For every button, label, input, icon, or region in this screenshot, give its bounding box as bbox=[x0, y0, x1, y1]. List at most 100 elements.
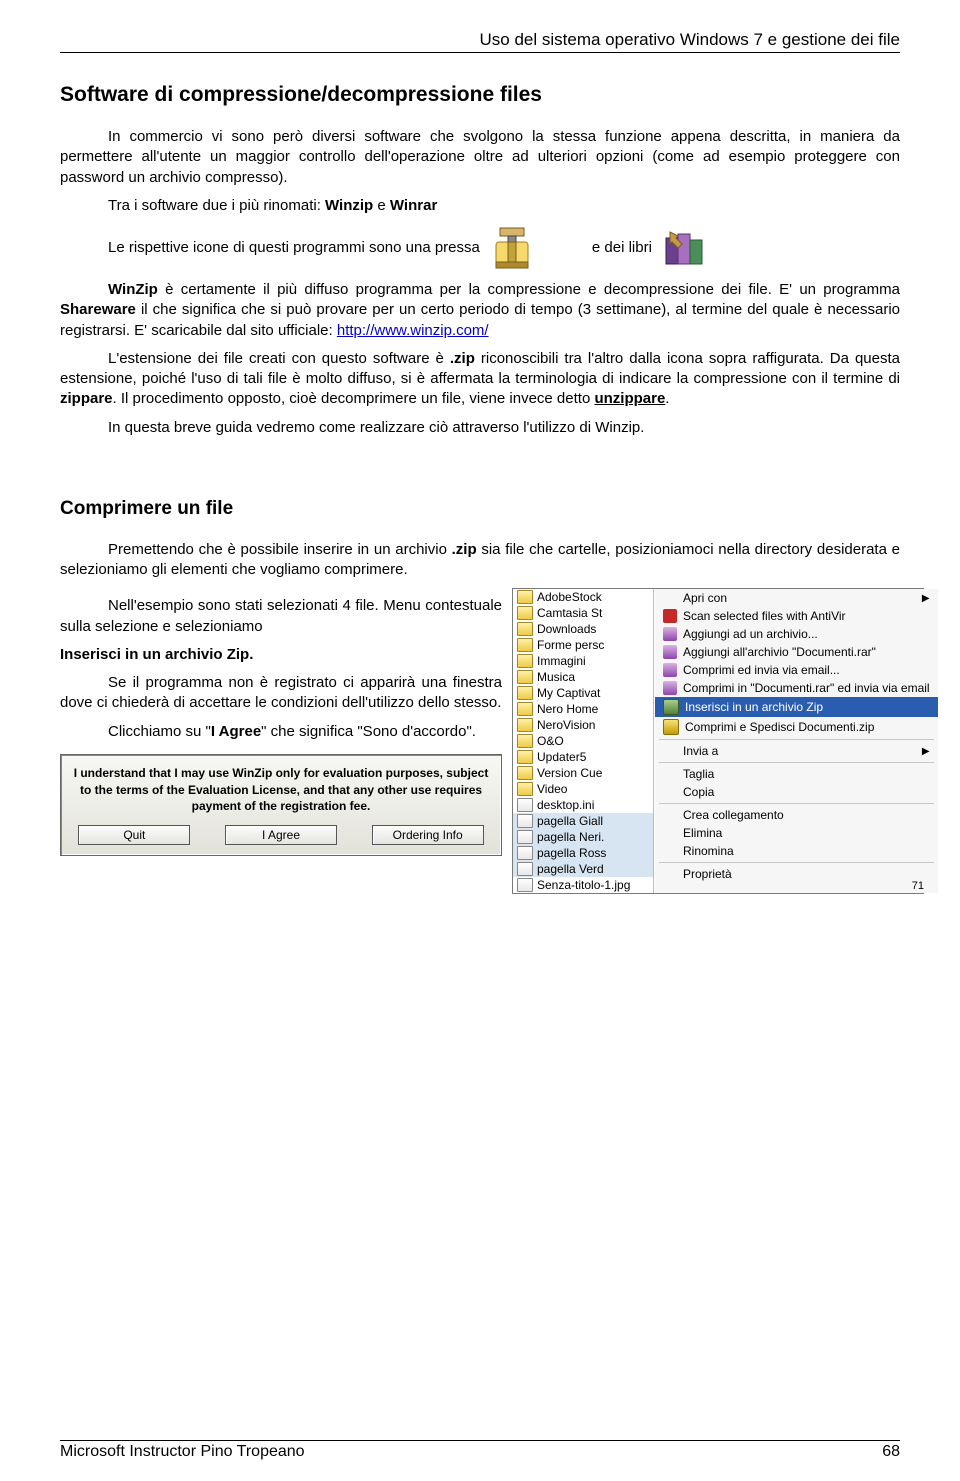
menu-item[interactable]: Aggiungi all'archivio "Documenti.rar" bbox=[655, 643, 938, 661]
file-name: NeroVision bbox=[537, 718, 595, 732]
menu-item[interactable]: Comprimi ed invia via email... bbox=[655, 661, 938, 679]
menu-item[interactable]: Elimina bbox=[655, 824, 938, 842]
text-bold: .zip bbox=[452, 541, 477, 558]
winrar-icon bbox=[660, 224, 708, 272]
list-item[interactable]: pagella Giall bbox=[513, 813, 653, 829]
folder-icon bbox=[517, 702, 533, 716]
text: è certamente il più diffuso programma pe… bbox=[158, 281, 900, 298]
folder-icon bbox=[517, 750, 533, 764]
menu-item[interactable]: Proprietà bbox=[655, 865, 938, 883]
menu-item[interactable]: Crea collegamento bbox=[655, 806, 938, 824]
file-name: Forme persc bbox=[537, 638, 604, 652]
menu-item[interactable]: Copia bbox=[655, 783, 938, 801]
file-name: AdobeStock bbox=[537, 590, 602, 604]
list-item[interactable]: Downloads bbox=[513, 621, 653, 637]
list-item[interactable]: Updater5 bbox=[513, 749, 653, 765]
menu-item-label: Elimina bbox=[683, 826, 722, 840]
i-agree-button[interactable]: I Agree bbox=[225, 825, 337, 845]
text-bold: zippare bbox=[60, 390, 113, 407]
file-icon bbox=[517, 862, 533, 876]
paragraph: Se il programma non è registrato ci appa… bbox=[60, 673, 502, 714]
file-name: desktop.ini bbox=[537, 798, 594, 812]
menu-item[interactable]: Rinomina bbox=[655, 842, 938, 860]
menu-item-label: Apri con bbox=[683, 591, 727, 605]
paragraph: Premettendo che è possibile inserire in … bbox=[60, 540, 900, 581]
menu-item[interactable]: Scan selected files with AntiVir bbox=[655, 607, 938, 625]
list-item[interactable]: pagella Verd bbox=[513, 861, 653, 877]
folder-icon bbox=[517, 590, 533, 604]
list-item[interactable]: NeroVision bbox=[513, 717, 653, 733]
folder-icon bbox=[517, 622, 533, 636]
file-icon bbox=[517, 878, 533, 892]
list-item[interactable]: Musica bbox=[513, 669, 653, 685]
list-item[interactable]: Immagini bbox=[513, 653, 653, 669]
list-item[interactable]: O&O bbox=[513, 733, 653, 749]
scan-icon bbox=[663, 609, 677, 623]
menu-item-label: Inserisci in un archivio Zip bbox=[685, 700, 823, 714]
menu-item[interactable]: Apri con▶ bbox=[655, 589, 938, 607]
list-item[interactable]: Version Cue bbox=[513, 765, 653, 781]
text-bold: Shareware bbox=[60, 301, 136, 318]
file-name: pagella Neri. bbox=[537, 830, 604, 844]
menu-item[interactable]: Taglia bbox=[655, 765, 938, 783]
rar-icon bbox=[663, 681, 677, 695]
menu-item-label: Comprimi in "Documenti.rar" ed invia via… bbox=[683, 681, 930, 695]
list-item[interactable]: Nero Home bbox=[513, 701, 653, 717]
rar-icon bbox=[663, 627, 677, 641]
rar-icon bbox=[663, 663, 677, 677]
file-icon bbox=[517, 846, 533, 860]
menu-item-label: Copia bbox=[683, 785, 714, 799]
text-bold: I Agree bbox=[211, 723, 261, 740]
text: . Il procedimento opposto, cioè decompri… bbox=[113, 390, 595, 407]
menu-item[interactable]: Invia a▶ bbox=[655, 742, 938, 760]
text: L'estensione dei file creati con questo … bbox=[108, 350, 450, 367]
file-icon bbox=[517, 814, 533, 828]
zipi-icon bbox=[663, 699, 679, 715]
list-item[interactable]: Camtasia St bbox=[513, 605, 653, 621]
paragraph: In commercio vi sono però diversi softwa… bbox=[60, 127, 900, 188]
list-item[interactable]: AdobeStock bbox=[513, 589, 653, 605]
list-item[interactable]: Video bbox=[513, 781, 653, 797]
list-item[interactable]: My Captivat bbox=[513, 685, 653, 701]
text: e dei libri bbox=[544, 238, 652, 258]
folder-icon bbox=[517, 638, 533, 652]
menu-item[interactable]: Inserisci in un archivio Zip bbox=[655, 697, 938, 717]
file-name: pagella Verd bbox=[537, 862, 604, 876]
file-name: My Captivat bbox=[537, 686, 600, 700]
context-menu-screenshot: AdobeStockCamtasia StDownloadsForme pers… bbox=[512, 588, 924, 894]
quit-button[interactable]: Quit bbox=[78, 825, 190, 845]
list-item[interactable]: pagella Ross bbox=[513, 845, 653, 861]
menu-separator bbox=[659, 803, 934, 804]
official-site-link[interactable]: http://www.winzip.com/ bbox=[337, 322, 489, 339]
folder-icon bbox=[517, 718, 533, 732]
paragraph: Tra i software due i più rinomati: Winzi… bbox=[60, 196, 900, 216]
menu-item-label: Scan selected files with AntiVir bbox=[683, 609, 846, 623]
ordering-info-button[interactable]: Ordering Info bbox=[372, 825, 484, 845]
list-item[interactable]: desktop.ini bbox=[513, 797, 653, 813]
file-list: AdobeStockCamtasia StDownloadsForme pers… bbox=[513, 589, 654, 893]
file-name: Version Cue bbox=[537, 766, 602, 780]
paragraph: Inserisci in un archivio Zip. bbox=[60, 645, 502, 665]
list-item[interactable]: Forme persc bbox=[513, 637, 653, 653]
file-name: Video bbox=[537, 782, 567, 796]
text: Tra i software due i più rinomati: bbox=[108, 197, 325, 214]
menu-item-label: Comprimi ed invia via email... bbox=[683, 663, 840, 677]
menu-item[interactable]: Comprimi in "Documenti.rar" ed invia via… bbox=[655, 679, 938, 697]
text: Premettendo che è possibile inserire in … bbox=[108, 541, 452, 558]
footer-left: Microsoft Instructor Pino Tropeano bbox=[60, 1443, 305, 1461]
menu-item[interactable]: Aggiungi ad un archivio... bbox=[655, 625, 938, 643]
list-item[interactable]: pagella Neri. bbox=[513, 829, 653, 845]
folder-icon bbox=[517, 670, 533, 684]
text-bold: .zip bbox=[450, 350, 475, 367]
text-bold: WinZip bbox=[108, 281, 158, 298]
menu-item[interactable]: Comprimi e Spedisci Documenti.zip bbox=[655, 717, 938, 737]
menu-item-label: Invia a bbox=[683, 744, 718, 758]
file-name: Immagini bbox=[537, 654, 586, 668]
folder-icon bbox=[517, 766, 533, 780]
text: 71 bbox=[912, 880, 924, 892]
winzip-eval-dialog: I understand that I may use WinZip only … bbox=[60, 754, 502, 856]
paragraph: L'estensione dei file creati con questo … bbox=[60, 349, 900, 410]
list-item[interactable]: Senza-titolo-1.jpg bbox=[513, 877, 653, 893]
menu-item-label: Aggiungi all'archivio "Documenti.rar" bbox=[683, 645, 876, 659]
folder-icon bbox=[517, 734, 533, 748]
